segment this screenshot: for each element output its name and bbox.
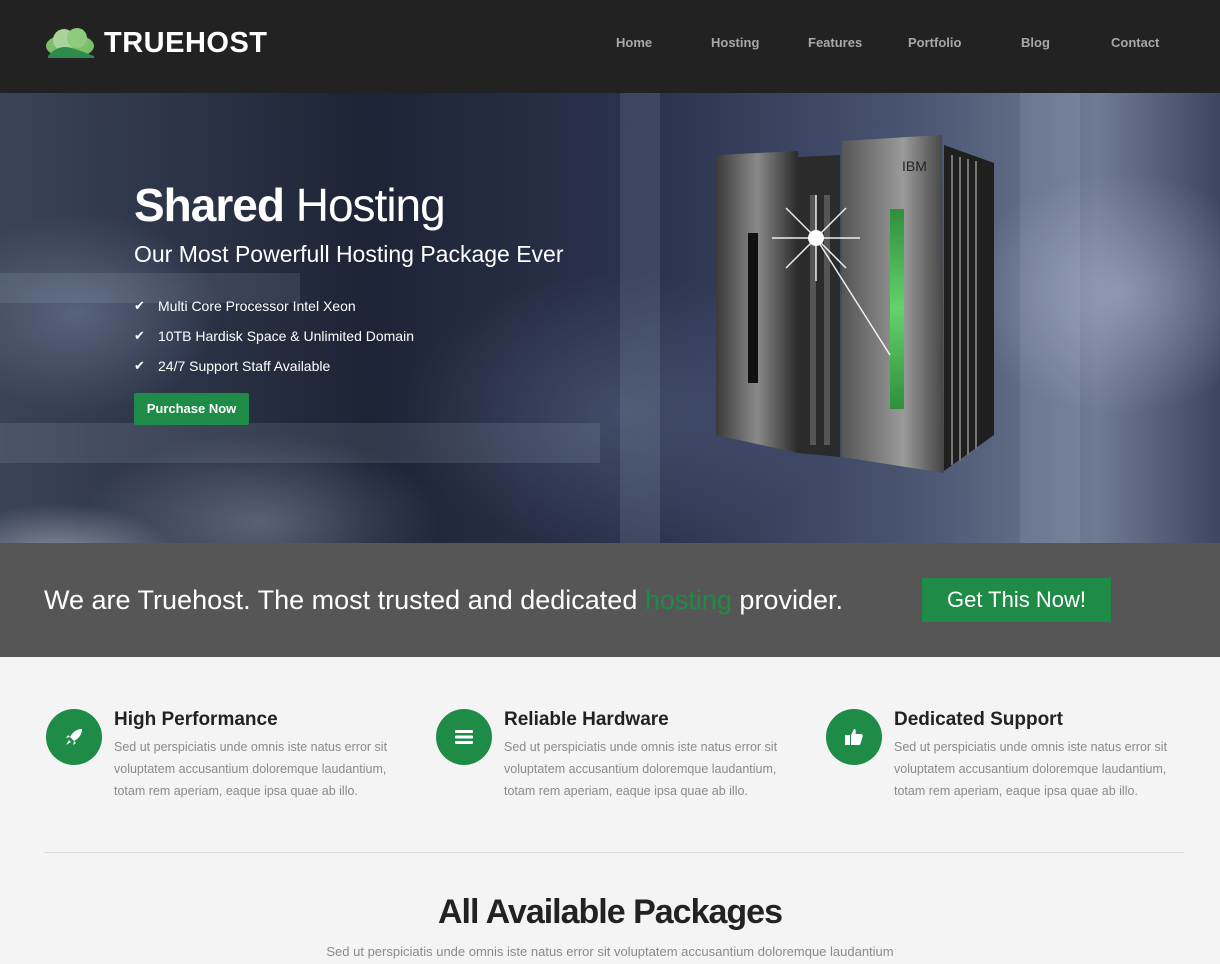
list-item: ✔ 10TB Hardisk Space & Unlimited Domain — [134, 321, 414, 351]
cta-text-after: provider. — [731, 585, 843, 615]
nav-item-contact[interactable]: Contact — [1111, 34, 1159, 52]
check-icon: ✔ — [134, 358, 145, 373]
hero-title-bold: Shared — [134, 179, 285, 231]
hero-bullet: 24/7 Support Staff Available — [158, 358, 331, 374]
rocket-icon — [66, 729, 82, 745]
nav-item-home[interactable]: Home — [616, 34, 652, 52]
hero-feature-list: ✔ Multi Core Processor Intel Xeon ✔ 10TB H… — [134, 291, 414, 381]
feature-icon-circle — [46, 709, 102, 765]
background-stripe — [0, 423, 600, 463]
packages-title: All Available Packages — [437, 893, 783, 931]
nav-item-features[interactable]: Features — [808, 34, 862, 52]
feature-description: Sed ut perspiciatis unde omnis iste natu… — [894, 740, 1168, 798]
purchase-now-button[interactable]: Purchase Now — [134, 393, 249, 425]
feature-reliable-hardware: Reliable Hardware Sed ut perspiciatis un… — [436, 709, 796, 809]
list-item: ✔ Multi Core Processor Intel Xeon — [134, 291, 414, 321]
background-stripe — [620, 93, 660, 543]
check-icon: ✔ — [134, 298, 145, 313]
feature-icon-circle — [826, 709, 882, 765]
get-this-now-button[interactable]: Get This Now! — [922, 578, 1111, 622]
feature-description: Sed ut perspiciatis unde omnis iste natu… — [114, 740, 388, 798]
server-brand-label: IBM — [902, 158, 927, 174]
server-illustration: IBM — [716, 135, 994, 473]
feature-title: High Performance — [114, 709, 278, 730]
check-icon: ✔ — [134, 328, 145, 343]
section-divider — [44, 852, 1184, 853]
main-nav: Home Hosting Features Portfolio Blog Con… — [0, 34, 1220, 52]
packages-subtitle: Sed ut perspiciatis unde omnis iste natu… — [326, 944, 894, 959]
feature-high-performance: High Performance Sed ut perspiciatis und… — [46, 709, 406, 809]
site-header: TRUEHOST Home Hosting Features Portfolio… — [0, 0, 1220, 93]
background-stripe — [1020, 93, 1080, 543]
cta-text-accent: hosting — [644, 585, 732, 615]
list-item: ✔ 24/7 Support Staff Available — [134, 351, 414, 381]
thumbs-up-icon — [845, 729, 863, 745]
cta-text-before: We are Truehost. The most trusted and de… — [44, 585, 645, 615]
feature-description: Sed ut perspiciatis unde omnis iste natu… — [504, 740, 778, 798]
nav-item-portfolio[interactable]: Portfolio — [908, 34, 961, 52]
hero-title: Shared Hosting — [134, 179, 446, 231]
nav-item-hosting[interactable]: Hosting — [711, 34, 759, 52]
nav-item-blog[interactable]: Blog — [1021, 34, 1050, 52]
hero-subtitle: Our Most Powerfull Hosting Package Ever — [134, 241, 564, 267]
hero-banner: Shared Hosting Our Most Powerfull Hostin… — [0, 93, 1220, 543]
hero-title-light: Hosting — [295, 179, 446, 231]
hero-bullet: 10TB Hardisk Space & Unlimited Domain — [158, 328, 414, 344]
hero-bullet: Multi Core Processor Intel Xeon — [158, 298, 356, 314]
cta-tagline: We are Truehost. The most trusted and de… — [44, 583, 843, 617]
feature-title: Reliable Hardware — [504, 709, 669, 730]
feature-icon-circle — [436, 709, 492, 765]
feature-dedicated-support: Dedicated Support Sed ut perspiciatis un… — [826, 709, 1186, 809]
list-icon — [455, 730, 473, 744]
feature-title: Dedicated Support — [894, 709, 1063, 730]
cta-band: We are Truehost. The most trusted and de… — [0, 543, 1220, 657]
